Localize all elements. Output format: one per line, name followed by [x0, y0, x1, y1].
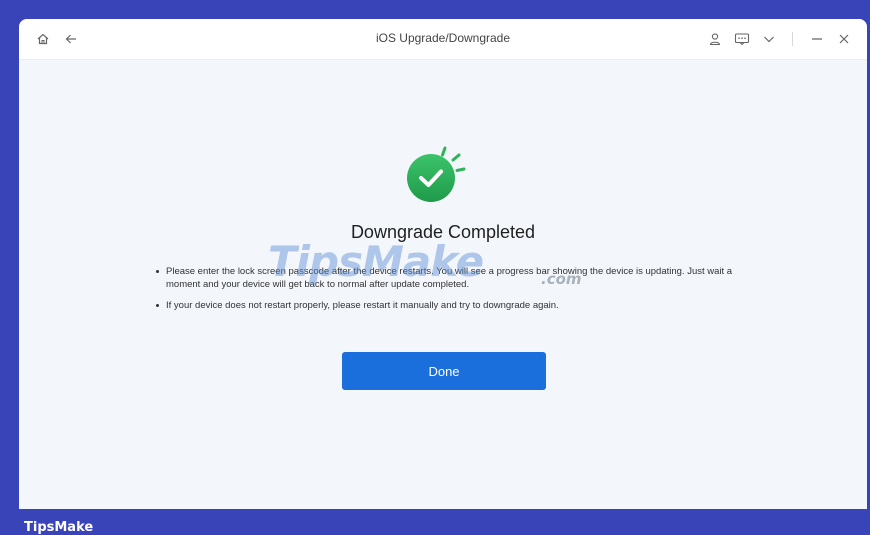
user-icon[interactable] — [707, 31, 723, 47]
feedback-icon[interactable] — [734, 31, 750, 47]
user-icon-graphic — [709, 33, 721, 46]
minimize-icon-graphic — [812, 38, 822, 40]
feedback-icon-graphic — [734, 33, 750, 46]
watermark-logo: TipsMake — [268, 237, 484, 286]
close-icon[interactable] — [836, 31, 852, 47]
screenshot-frame: iOS Upgrade/Downgrade Downgrade Complete… — [0, 0, 870, 535]
title-bar: iOS Upgrade/Downgrade — [19, 19, 867, 60]
chevron-down-icon[interactable] — [761, 31, 777, 47]
instruction-item: If your device does not restart properly… — [154, 299, 744, 312]
chevron-down-icon-graphic — [764, 36, 774, 43]
success-check-icon — [407, 146, 466, 202]
done-button[interactable]: Done — [342, 352, 546, 390]
minimize-icon[interactable] — [809, 31, 825, 47]
watermark-suffix: .com — [541, 270, 582, 288]
titlebar-divider — [792, 32, 793, 46]
footer-brand-text: TipsMake — [24, 520, 94, 535]
close-icon-graphic — [839, 34, 849, 44]
